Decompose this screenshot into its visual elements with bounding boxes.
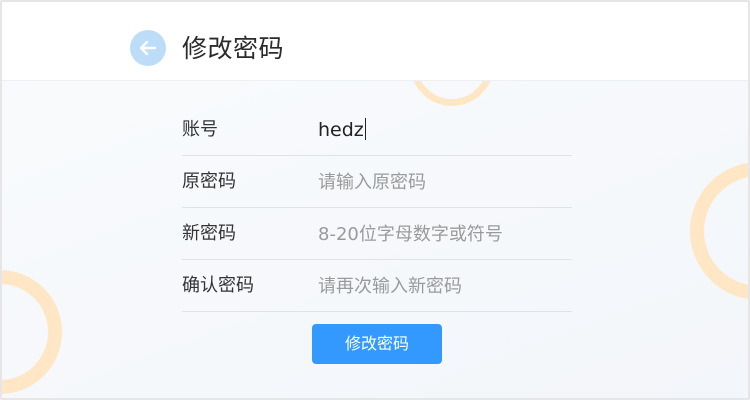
confirm-password-input[interactable] xyxy=(318,273,568,299)
decorative-ring xyxy=(690,162,748,300)
page-header: 修改密码 xyxy=(2,2,748,81)
account-row: 账号 hedz xyxy=(182,105,572,156)
account-label: 账号 xyxy=(182,119,218,140)
text-caret xyxy=(364,118,366,140)
confirm-password-row: 确认密码 xyxy=(182,261,572,312)
account-value: hedz xyxy=(318,119,364,141)
new-password-input[interactable] xyxy=(318,221,568,247)
submit-button[interactable]: 修改密码 xyxy=(312,324,442,364)
password-form: 账号 hedz 原密码 新密码 确认密码 xyxy=(182,105,572,313)
old-password-label: 原密码 xyxy=(182,171,236,192)
new-password-row: 新密码 xyxy=(182,209,572,260)
decorative-ring xyxy=(2,270,62,394)
old-password-input[interactable] xyxy=(318,169,568,195)
old-password-row: 原密码 xyxy=(182,157,572,208)
confirm-password-label: 确认密码 xyxy=(182,275,254,296)
new-password-label: 新密码 xyxy=(182,223,236,244)
back-button[interactable] xyxy=(130,30,166,66)
change-password-page: 修改密码 账号 hedz 原密码 新密码 确认密码 修改密码 xyxy=(0,0,750,400)
page-title: 修改密码 xyxy=(182,34,285,63)
arrow-left-icon xyxy=(139,40,157,56)
account-field[interactable]: hedz xyxy=(318,118,366,142)
